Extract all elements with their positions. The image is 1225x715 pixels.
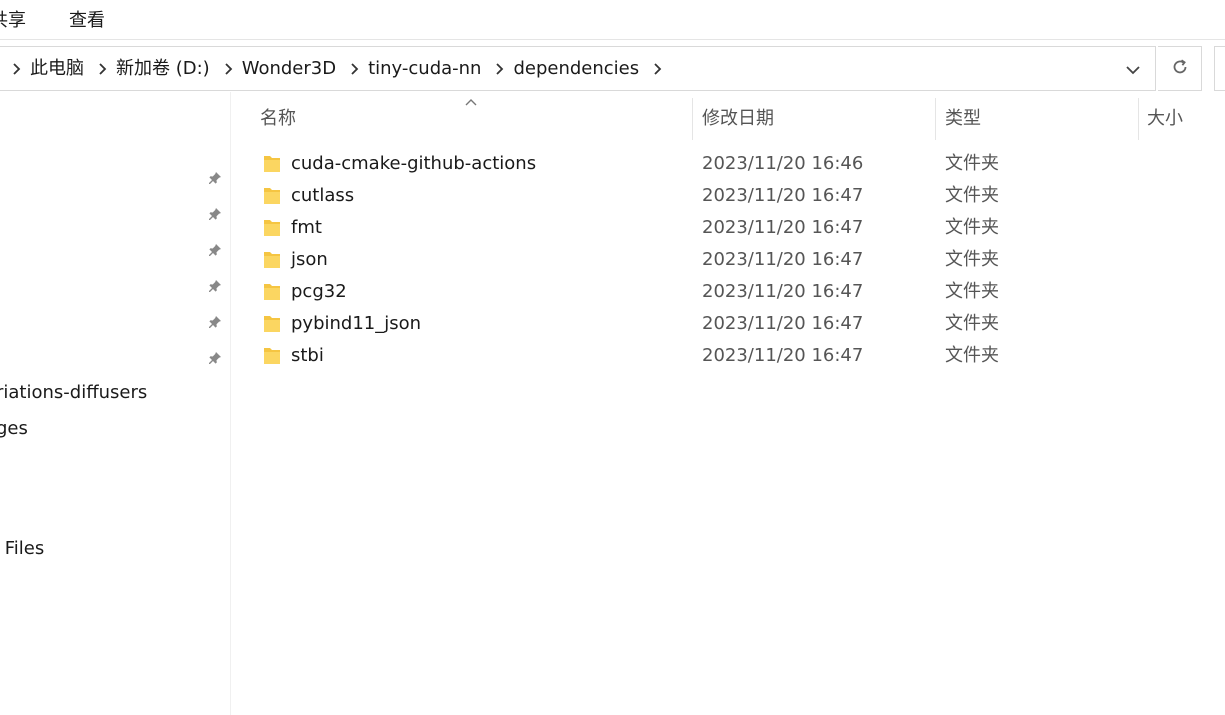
file-row[interactable]: pcg32 2023/11/20 16:47 文件夹 [232, 276, 1225, 308]
breadcrumb-chevron-icon[interactable] [6, 58, 28, 80]
file-row[interactable]: pybind11_json 2023/11/20 16:47 文件夹 [232, 308, 1225, 340]
breadcrumb-this-pc[interactable]: 此电脑 [28, 58, 92, 80]
pin-icon[interactable] [205, 276, 225, 296]
pin-icon[interactable] [205, 204, 225, 224]
ribbon-bar: 共享 查看 [0, 0, 1225, 40]
column-header-size[interactable]: 大小 [1139, 97, 1183, 141]
pin-icon[interactable] [205, 348, 225, 368]
column-divider[interactable] [935, 98, 936, 140]
folder-icon [264, 348, 280, 364]
file-type: 文件夹 [945, 217, 999, 238]
file-name[interactable]: cuda-cmake-github-actions [291, 153, 536, 175]
breadcrumb-chevron-icon[interactable] [647, 58, 669, 80]
file-date: 2023/11/20 16:47 [702, 217, 864, 238]
breadcrumb-dependencies[interactable]: dependencies [511, 58, 647, 80]
breadcrumb-chevron-icon[interactable] [218, 58, 240, 80]
folder-icon [264, 316, 280, 332]
file-type: 文件夹 [945, 345, 999, 366]
breadcrumb-drive-d[interactable]: 新加卷 (D:) [114, 58, 218, 80]
nav-item-variations-diffusers[interactable]: riations-diffusers [0, 382, 147, 404]
breadcrumb-chevron-icon[interactable] [489, 58, 511, 80]
file-row[interactable]: stbi 2023/11/20 16:47 文件夹 [232, 340, 1225, 372]
address-bar[interactable]: 此电脑 新加卷 (D:) Wonder3D tiny-cuda-nn depen… [0, 46, 1156, 91]
refresh-icon [1171, 58, 1189, 80]
file-type: 文件夹 [945, 185, 999, 206]
file-name[interactable]: pybind11_json [291, 313, 421, 335]
breadcrumb-chevron-icon[interactable] [92, 58, 114, 80]
navigation-pane: riations-diffusers ges l Files [0, 92, 231, 715]
breadcrumb-wonder3d[interactable]: Wonder3D [240, 58, 344, 80]
file-row[interactable]: fmt 2023/11/20 16:47 文件夹 [232, 212, 1225, 244]
file-type: 文件夹 [945, 281, 999, 302]
tab-share[interactable]: 共享 [0, 10, 26, 32]
file-row[interactable]: json 2023/11/20 16:47 文件夹 [232, 244, 1225, 276]
tab-view[interactable]: 查看 [69, 10, 105, 32]
column-divider[interactable] [692, 98, 693, 140]
pin-icon[interactable] [205, 168, 225, 188]
file-name[interactable]: cutlass [291, 185, 354, 207]
pin-icon[interactable] [205, 312, 225, 332]
folder-icon [264, 220, 280, 236]
file-name[interactable]: fmt [291, 217, 322, 239]
column-header-type[interactable]: 类型 [937, 97, 981, 141]
chevron-down-icon[interactable] [1121, 58, 1145, 82]
file-row[interactable]: cuda-cmake-github-actions 2023/11/20 16:… [232, 148, 1225, 180]
sort-ascending-icon [465, 99, 477, 106]
nav-item-files[interactable]: l Files [0, 538, 44, 560]
nav-item-images[interactable]: ges [0, 418, 28, 440]
file-name[interactable]: json [291, 249, 328, 271]
file-name[interactable]: stbi [291, 345, 324, 367]
folder-icon [264, 156, 280, 172]
file-type: 文件夹 [945, 249, 999, 270]
pin-icon[interactable] [205, 240, 225, 260]
column-header-date[interactable]: 修改日期 [694, 97, 774, 141]
refresh-button[interactable] [1158, 46, 1202, 91]
column-header-name[interactable]: 名称 [252, 97, 296, 141]
file-date: 2023/11/20 16:46 [702, 153, 864, 174]
breadcrumb-tiny-cuda-nn[interactable]: tiny-cuda-nn [366, 58, 489, 80]
file-date: 2023/11/20 16:47 [702, 185, 864, 206]
search-box[interactable] [1214, 46, 1225, 91]
file-date: 2023/11/20 16:47 [702, 313, 864, 334]
file-date: 2023/11/20 16:47 [702, 281, 864, 302]
file-type: 文件夹 [945, 313, 999, 334]
file-row[interactable]: cutlass 2023/11/20 16:47 文件夹 [232, 180, 1225, 212]
folder-icon [264, 188, 280, 204]
folder-icon [264, 252, 280, 268]
file-name[interactable]: pcg32 [291, 281, 347, 303]
file-type: 文件夹 [945, 153, 999, 174]
file-date: 2023/11/20 16:47 [702, 249, 864, 270]
file-list: cuda-cmake-github-actions 2023/11/20 16:… [232, 148, 1225, 372]
file-date: 2023/11/20 16:47 [702, 345, 864, 366]
folder-icon [264, 284, 280, 300]
breadcrumb-chevron-icon[interactable] [344, 58, 366, 80]
